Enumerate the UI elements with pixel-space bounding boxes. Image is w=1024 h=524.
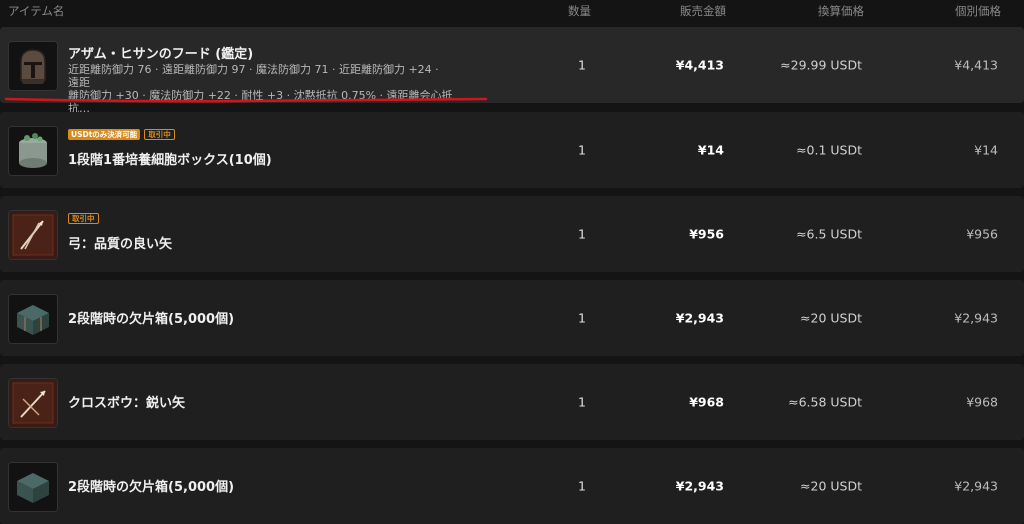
quantity-value: 1 (578, 478, 586, 494)
item-stats: 近距離防御力 76 · 遠距離防御力 97 · 魔法防御力 71 · 近距離防御… (68, 63, 453, 115)
trading-badge: 取引中 (144, 129, 175, 140)
table-header: アイテム名 数量 販売金額 換算価格 個別価格 (0, 0, 1024, 22)
usdt-only-badge: USDtのみ決済可能 (68, 129, 141, 140)
converted-price-value: ≈6.58 USDt (788, 394, 862, 410)
quantity-value: 1 (578, 310, 586, 326)
header-item-name: アイテム名 (8, 4, 65, 18)
table-row[interactable]: 2段階時の欠片箱(5,000個) 1 ¥2,943 ≈20 USDt ¥2,94… (0, 448, 1024, 524)
item-title: 2段階時の欠片箱(5,000個) (68, 312, 235, 327)
price-value: ¥2,943 (675, 310, 724, 326)
header-price: 販売金額 (680, 4, 726, 18)
chest-icon (8, 294, 58, 344)
unit-price-value: ¥956 (966, 226, 998, 242)
header-converted-price: 換算価格 (818, 4, 864, 18)
unit-price-value: ¥2,943 (954, 478, 998, 494)
converted-price-value: ≈6.5 USDt (796, 226, 862, 242)
table-row[interactable]: 取引中 弓：品質の良い矢 1 ¥956 ≈6.5 USDt ¥956 (0, 196, 1024, 272)
price-value: ¥968 (689, 394, 724, 410)
chest-icon (8, 462, 58, 512)
arrow-bundle-icon (8, 210, 58, 260)
item-title: 2段階時の欠片箱(5,000個) (68, 480, 235, 495)
quantity-value: 1 (578, 394, 586, 410)
converted-price-value: ≈29.99 USDt (780, 57, 862, 73)
table-row[interactable]: USDtのみ決済可能 取引中 1段階1番培養細胞ボックス(10個) 1 ¥14 … (0, 112, 1024, 188)
badge-group: USDtのみ決済可能 取引中 (68, 129, 175, 140)
price-value: ¥14 (697, 142, 724, 158)
cell-box-icon (8, 126, 58, 176)
quantity-value: 1 (578, 57, 586, 73)
trading-badge: 取引中 (68, 213, 99, 224)
converted-price-value: ≈20 USDt (800, 478, 862, 494)
item-title: 弓：品質の良い矢 (68, 237, 173, 252)
table-row[interactable]: 2段階時の欠片箱(5,000個) 1 ¥2,943 ≈20 USDt ¥2,94… (0, 280, 1024, 356)
unit-price-value: ¥4,413 (954, 57, 998, 73)
unit-price-value: ¥14 (974, 142, 998, 158)
converted-price-value: ≈20 USDt (800, 310, 862, 326)
header-unit-price: 個別価格 (955, 4, 1001, 18)
price-value: ¥2,943 (675, 478, 724, 494)
item-title: 1段階1番培養細胞ボックス(10個) (68, 153, 272, 168)
table-row[interactable]: アザム・ヒサンのフード (鑑定) 近距離防御力 76 · 遠距離防御力 97 ·… (0, 27, 1024, 115)
quantity-value: 1 (578, 226, 586, 242)
unit-price-value: ¥968 (966, 394, 998, 410)
table-row[interactable]: クロスボウ：鋭い矢 1 ¥968 ≈6.58 USDt ¥968 (0, 364, 1024, 440)
header-quantity: 数量 (568, 4, 591, 18)
unit-price-value: ¥2,943 (954, 310, 998, 326)
converted-price-value: ≈0.1 USDt (796, 142, 862, 158)
price-value: ¥956 (689, 226, 724, 242)
quantity-value: 1 (578, 142, 586, 158)
price-value: ¥4,413 (675, 57, 724, 73)
item-stats-line: 近距離防御力 76 · 遠距離防御力 97 · 魔法防御力 71 · 近距離防御… (68, 63, 439, 89)
helmet-icon (8, 41, 58, 91)
annotation-underline (4, 97, 488, 103)
item-title: クロスボウ：鋭い矢 (68, 396, 186, 411)
item-title: アザム・ヒサンのフード (鑑定) (68, 47, 254, 62)
badge-group: 取引中 (68, 213, 99, 224)
bolt-bundle-icon (8, 378, 58, 428)
